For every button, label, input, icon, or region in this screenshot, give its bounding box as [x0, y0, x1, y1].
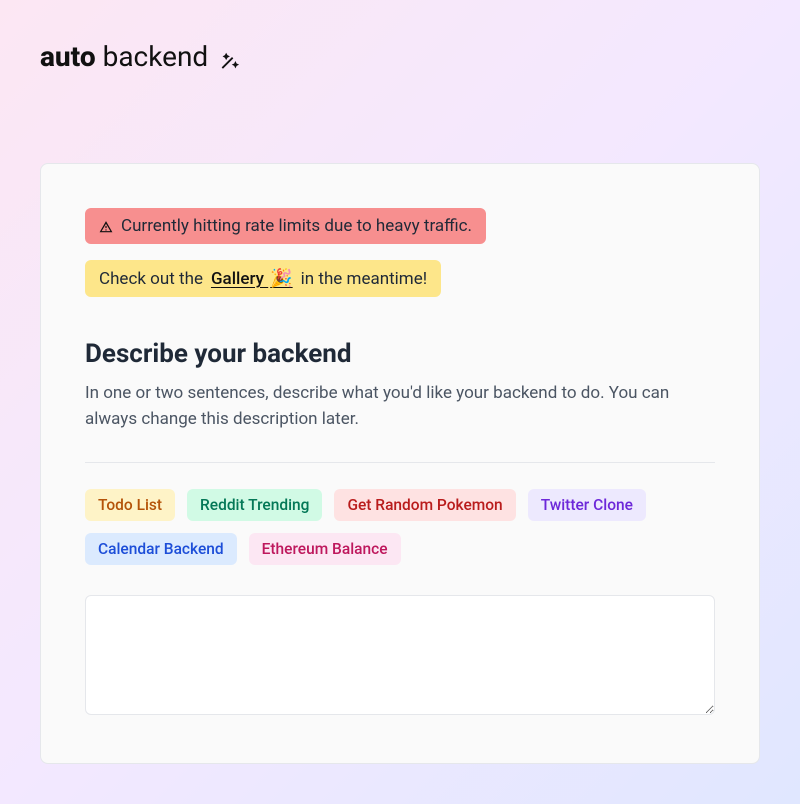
logo: auto backend	[40, 40, 760, 73]
magic-wand-icon	[218, 46, 240, 68]
gallery-link[interactable]: Gallery 🎉	[211, 268, 293, 289]
divider	[85, 462, 715, 463]
warning-icon	[99, 219, 113, 233]
example-chip[interactable]: Todo List	[85, 489, 175, 521]
example-chip[interactable]: Ethereum Balance	[249, 533, 401, 565]
gallery-prefix: Check out the	[99, 269, 203, 289]
gallery-suffix: in the meantime!	[301, 269, 427, 289]
example-chip[interactable]: Twitter Clone	[528, 489, 646, 521]
description-input[interactable]	[85, 595, 715, 715]
gallery-alert: Check out the Gallery 🎉 in the meantime!	[85, 260, 441, 297]
example-chips: Todo List Reddit Trending Get Random Pokem…	[85, 489, 715, 565]
logo-light: backend	[103, 40, 209, 73]
page-heading: Describe your backend	[85, 339, 715, 369]
logo-bold: auto	[40, 40, 96, 73]
confetti-icon: 🎉	[270, 268, 292, 289]
example-chip[interactable]: Reddit Trending	[187, 489, 322, 521]
example-chip[interactable]: Get Random Pokemon	[334, 489, 515, 521]
gallery-link-text: Gallery	[211, 269, 264, 289]
rate-limit-text: Currently hitting rate limits due to hea…	[121, 216, 472, 236]
page-subtext: In one or two sentences, describe what y…	[85, 381, 715, 432]
example-chip[interactable]: Calendar Backend	[85, 533, 237, 565]
rate-limit-alert: Currently hitting rate limits due to hea…	[85, 208, 486, 244]
main-card: Currently hitting rate limits due to hea…	[40, 163, 760, 764]
